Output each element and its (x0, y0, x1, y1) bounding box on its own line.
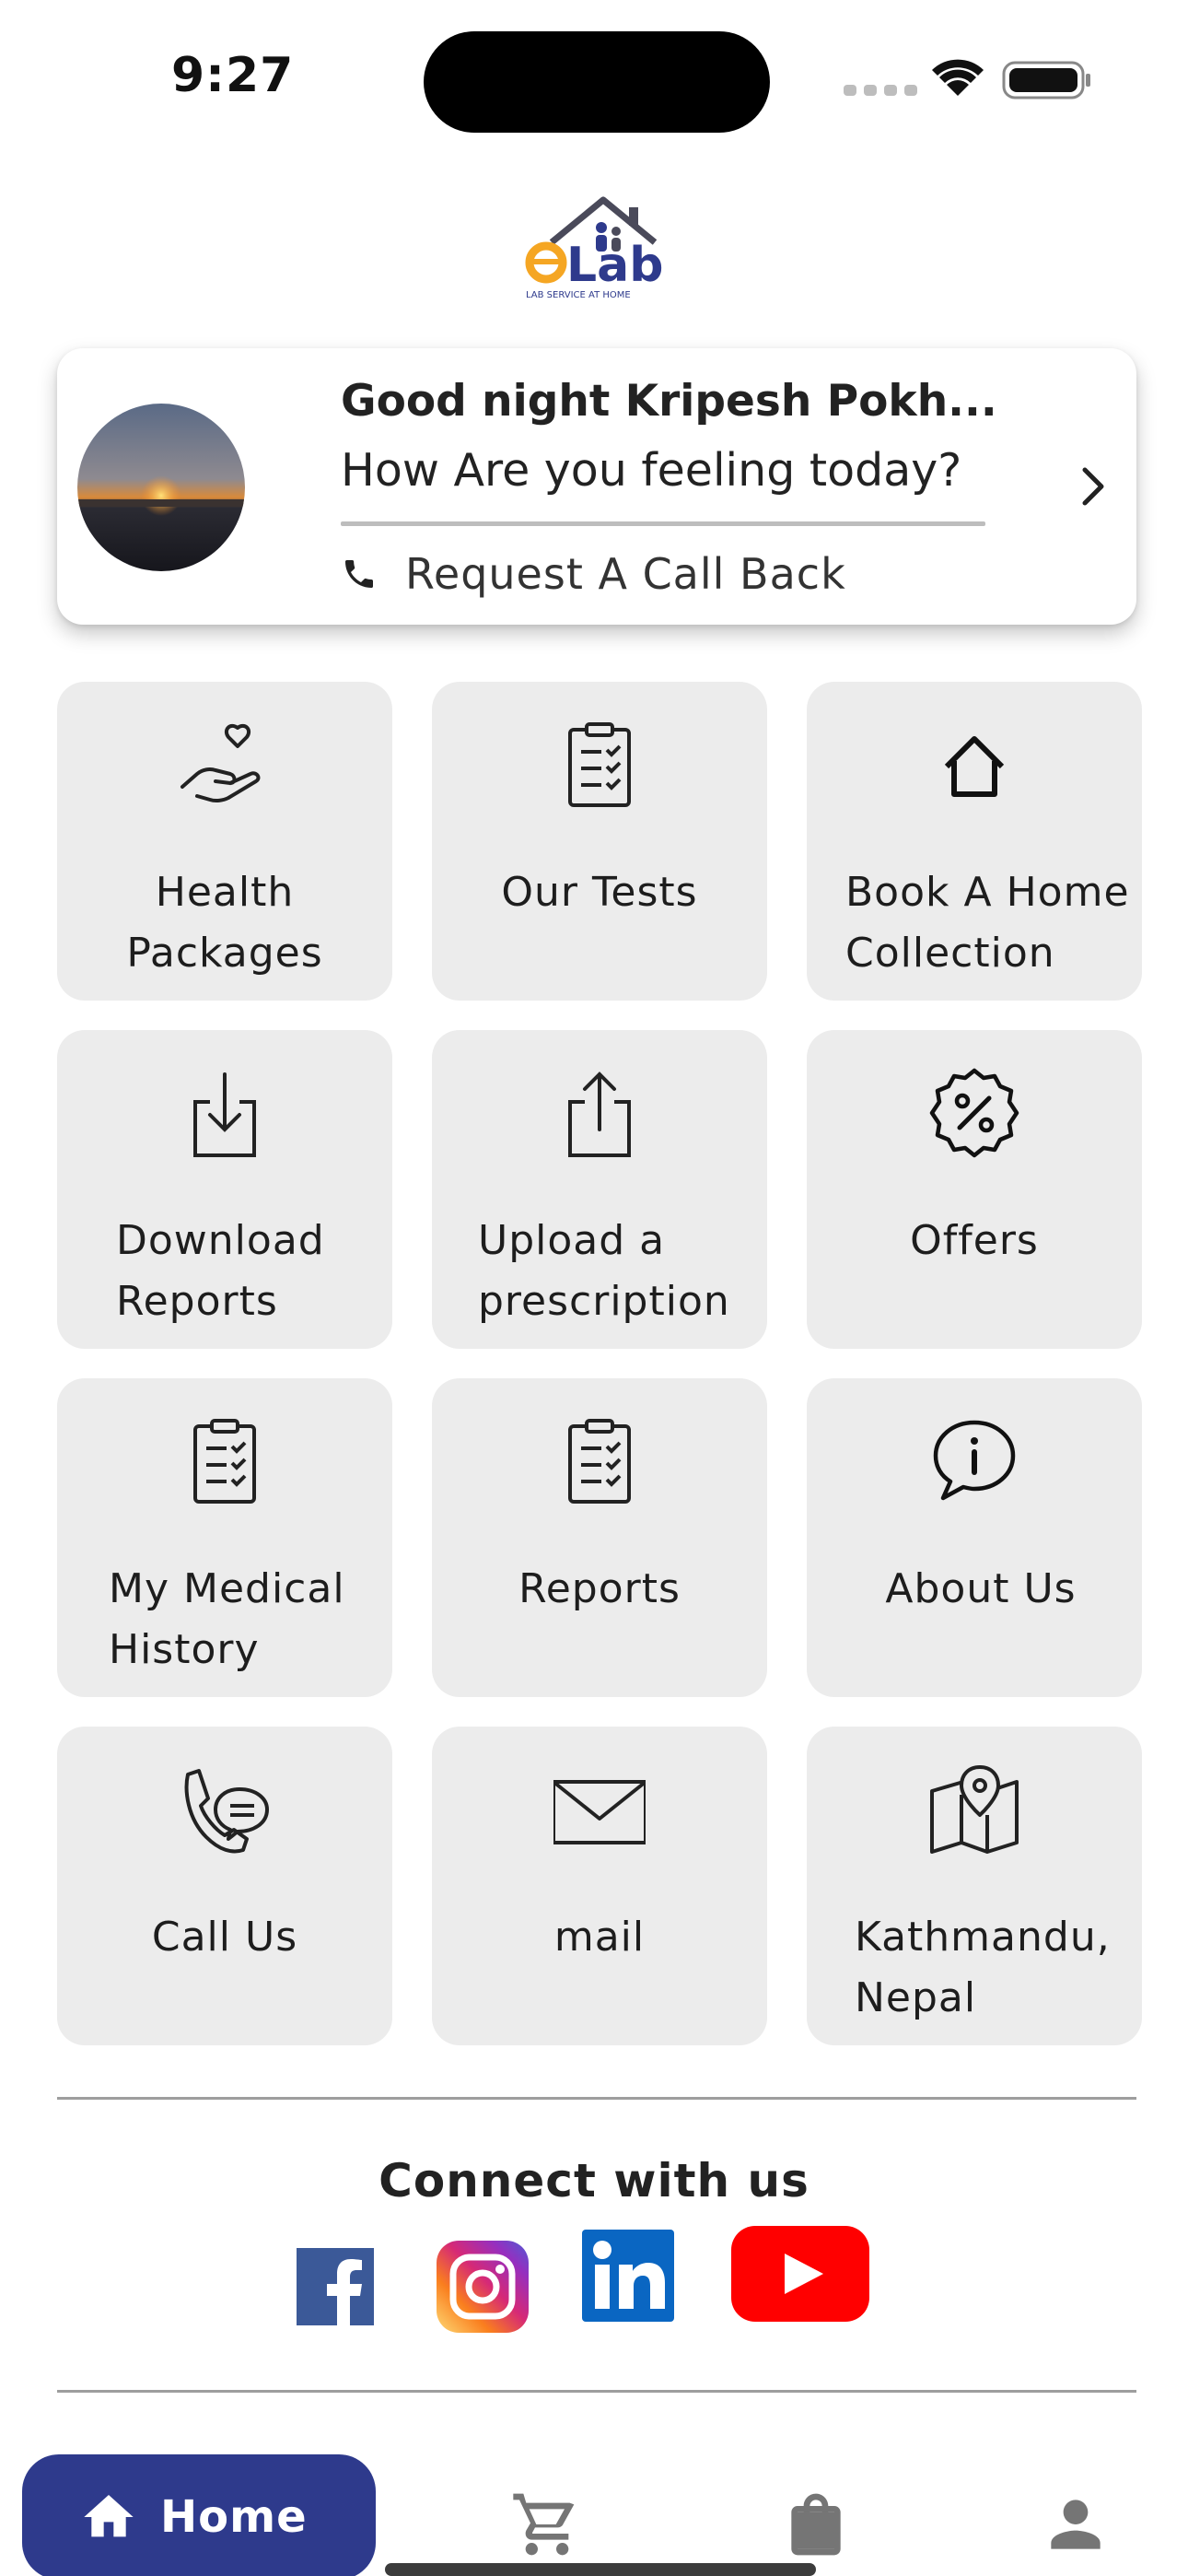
map-pin-icon (930, 1765, 1019, 1854)
upload-icon (568, 1071, 631, 1157)
logo-tagline: LAB SERVICE AT HOME (526, 290, 631, 299)
elab-logo: Lab LAB SERVICE AT HOME (525, 196, 663, 299)
connect-title: Connect with us (379, 2154, 809, 2207)
nav-home-button[interactable]: Home (22, 2454, 376, 2576)
tile-health-packages[interactable]: Health Packages (57, 682, 392, 1001)
phone-icon (345, 560, 373, 588)
heart-hand-icon (181, 723, 261, 803)
tile-location[interactable]: Kathmandu, Nepal (807, 1727, 1142, 2045)
envelope-icon (553, 1780, 646, 1844)
tile-label: Book A Home Collection (845, 869, 1130, 977)
tile-medical-history[interactable]: My Medical History (57, 1378, 392, 1697)
info-chat-icon (933, 1420, 1016, 1501)
shopping-bag-icon[interactable] (779, 2488, 853, 2561)
status-bar: 9:27 (0, 0, 1188, 157)
battery-icon (1002, 61, 1090, 100)
tile-download-reports[interactable]: Download Reports (57, 1030, 392, 1349)
clipboard-check-icon (193, 1419, 256, 1504)
tile-book-home-collection[interactable]: Book A Home Collection (807, 682, 1142, 1001)
tile-label: Our Tests (501, 869, 698, 916)
profile-icon[interactable] (1039, 2488, 1112, 2561)
tile-offers[interactable]: Offers (807, 1030, 1142, 1349)
instagram-icon[interactable] (437, 2241, 529, 2333)
greeting-title: Good night Kripesh Pokh... (341, 376, 997, 427)
avatar[interactable] (77, 404, 245, 571)
tile-call-us[interactable]: Call Us (57, 1727, 392, 2045)
svg-text:Lab: Lab (566, 238, 663, 293)
tile-about-us[interactable]: About Us (807, 1378, 1142, 1697)
download-icon (193, 1072, 256, 1157)
greeting-underline (341, 521, 985, 526)
signal-icon (844, 85, 917, 96)
tile-label: Kathmandu, Nepal (855, 1914, 1111, 2021)
home-icon (84, 2495, 134, 2537)
request-callback-button[interactable]: Request A Call Back (341, 546, 846, 602)
linkedin-icon[interactable] (582, 2230, 674, 2322)
request-callback-label: Request A Call Back (405, 549, 846, 599)
tile-label: mail (553, 1914, 646, 1961)
tile-label: Call Us (151, 1914, 298, 1961)
home-icon (944, 736, 1005, 797)
home-indicator[interactable] (385, 2563, 816, 2576)
greeting-card[interactable]: Good night Kripesh Pokh... How Are you f… (57, 348, 1136, 625)
tile-reports[interactable]: Reports (432, 1378, 767, 1697)
status-icons (844, 59, 1090, 100)
tile-label: Download Reports (116, 1217, 325, 1325)
chevron-right-icon[interactable] (1076, 459, 1112, 514)
divider (57, 2097, 1136, 2100)
tile-upload-prescription[interactable]: Upload a prescription (432, 1030, 767, 1349)
tile-label: Offers (910, 1217, 1039, 1264)
status-time: 9:27 (171, 48, 295, 103)
tile-label: Upload a prescription (478, 1217, 730, 1325)
wifi-icon (932, 59, 984, 96)
clipboard-check-icon (568, 722, 631, 807)
facebook-icon[interactable] (297, 2248, 374, 2325)
tile-label: About Us (885, 1565, 1077, 1612)
clipboard-check-icon (568, 1419, 631, 1504)
tile-label: My Medical History (109, 1565, 345, 1673)
tile-label: Health Packages (126, 869, 323, 977)
tile-mail[interactable]: mail (432, 1727, 767, 2045)
youtube-icon[interactable] (731, 2226, 869, 2322)
phone-chat-icon (184, 1769, 269, 1854)
divider (57, 2390, 1136, 2393)
percent-badge-icon (929, 1068, 1019, 1158)
dynamic-island (424, 31, 770, 133)
tile-label: Reports (518, 1565, 681, 1612)
greeting-subtitle: How Are you feeling today? (341, 444, 962, 497)
cart-icon[interactable] (510, 2488, 584, 2561)
nav-home-label: Home (160, 2491, 308, 2543)
tile-our-tests[interactable]: Our Tests (432, 682, 767, 1001)
